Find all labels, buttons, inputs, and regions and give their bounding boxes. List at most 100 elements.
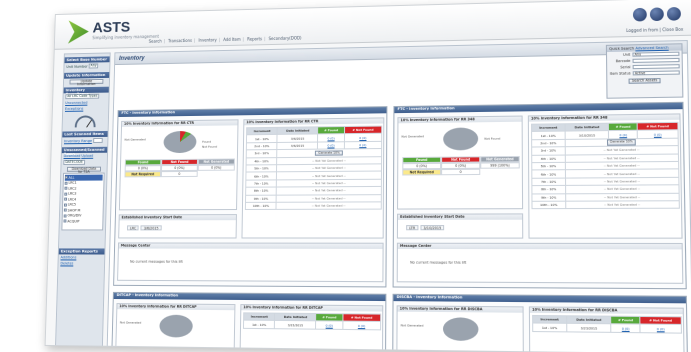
generate-10-percent-button[interactable]: Generate 10% bbox=[315, 150, 343, 156]
settings-globe-icon[interactable] bbox=[649, 7, 664, 22]
checkbox[interactable] bbox=[63, 203, 67, 207]
status-subpanel: 10% Inventory Information for RR 348 Inc… bbox=[527, 113, 683, 239]
unit-number-label: Unit Number bbox=[66, 64, 88, 69]
list-item[interactable]: ACQUIP bbox=[63, 218, 101, 224]
message-text: No current messages for this lift bbox=[130, 259, 183, 264]
main-content: Inventory Quick Search Advanced Search U… bbox=[106, 40, 691, 352]
status-subpanel: 10% Inventory Information for RR DITCAP … bbox=[239, 304, 384, 352]
pie-label-not-generated: Not Generated bbox=[400, 323, 424, 328]
counts-grid: Found Not Found Not Generated 0 (0%) 0 (… bbox=[124, 158, 235, 178]
message-center: Message Center No current messages for t… bbox=[117, 242, 384, 283]
checkbox[interactable] bbox=[64, 197, 68, 201]
barcode-input[interactable] bbox=[632, 57, 680, 64]
exceptions-row: Exceptions bbox=[63, 105, 108, 112]
established-label: LRC bbox=[126, 225, 140, 231]
message-text: No current messages for this lift bbox=[410, 260, 467, 265]
site-panel-ditcap: DITCAP - Inventory Information 10% Inven… bbox=[111, 291, 387, 352]
pie-label-not-generated: Not Generated bbox=[124, 137, 146, 142]
update-information-button[interactable]: Update Information bbox=[69, 78, 104, 86]
nav-search[interactable]: Search bbox=[149, 39, 162, 44]
pie-label-not-generated: Not Generated bbox=[119, 320, 142, 325]
increment-table: Increment Date Initiated # Found # Not F… bbox=[245, 126, 382, 211]
inventory-range-link[interactable]: Inventory Range bbox=[64, 139, 92, 143]
unconnected-link[interactable]: Unconnected bbox=[65, 101, 87, 105]
checkbox[interactable] bbox=[64, 186, 68, 190]
not-required-value: 0 bbox=[160, 170, 198, 178]
established-date: 3/6/2015 bbox=[140, 225, 162, 231]
not-found-link[interactable]: 0 (0) bbox=[640, 324, 682, 333]
not-required-value: 0 bbox=[441, 168, 481, 176]
established-start-row: LRC 3/6/2015 bbox=[126, 225, 162, 231]
checkbox[interactable] bbox=[63, 219, 67, 223]
site-panel-348: FTC - Inventory Information 10% Inventor… bbox=[392, 101, 687, 290]
exceptions-link[interactable]: Exceptions bbox=[65, 107, 83, 111]
quick-search-panel: Quick Search Advanced Search Unit Any Bar… bbox=[605, 43, 684, 99]
lrc-type-select[interactable]: All LRC Code Types bbox=[65, 93, 100, 100]
serial-input[interactable] bbox=[632, 63, 680, 70]
datecode-select[interactable]: DATECODE bbox=[63, 159, 85, 165]
established-label: LTR bbox=[406, 225, 419, 231]
download-data-button[interactable]: Download Data for TSA bbox=[66, 166, 102, 174]
pie-subpanel: 10% Inventory Information for RR DISCBA … bbox=[396, 305, 524, 352]
top-nav: Search | Transactions | Inventory | Add Ite… bbox=[148, 35, 302, 44]
sidebar: Select Base Number Unit Number Any Updat… bbox=[55, 52, 111, 348]
increment-table: Increment Date Initiated # Found # Not F… bbox=[531, 122, 680, 210]
pie-subpanel-title: 10% Inventory Information for RR 348 bbox=[398, 116, 522, 124]
pie-label-found: Found bbox=[202, 139, 212, 144]
inventory-pie-chart bbox=[442, 317, 479, 342]
nav-reports[interactable]: Reports bbox=[247, 36, 262, 41]
increment-table: Increment Date Initiated # Found # Not F… bbox=[532, 315, 682, 333]
checkbox[interactable] bbox=[64, 192, 68, 196]
inventory-pie-chart bbox=[443, 127, 479, 151]
empty-cell bbox=[198, 171, 235, 177]
unit-number-select[interactable]: Any bbox=[88, 63, 99, 69]
serial-label: Serial bbox=[620, 65, 631, 70]
found-link[interactable]: 0 (0) bbox=[611, 324, 641, 333]
checkbox[interactable] bbox=[63, 208, 67, 212]
checkbox[interactable] bbox=[64, 181, 68, 185]
item-status-select[interactable]: Active bbox=[632, 70, 680, 76]
established-start-title: Established Inventory Start Date bbox=[119, 215, 236, 221]
increment-table: Increment Date Initiated # Found # Not F… bbox=[243, 312, 381, 330]
site-panel-discba: DISCBA - Inventory Information 10% Inven… bbox=[392, 293, 688, 352]
established-date: 3/10/2015 bbox=[420, 225, 445, 231]
nav-add-item[interactable]: Add Item bbox=[223, 37, 241, 42]
found-link[interactable]: 0 (0) bbox=[315, 321, 343, 330]
gauge-icon bbox=[74, 115, 96, 128]
additions-link[interactable]: Additions bbox=[61, 255, 77, 259]
status-subpanel: 10% Inventory Information for RR DISCBA … bbox=[528, 306, 685, 352]
nav-inventory[interactable]: Inventory bbox=[198, 37, 216, 42]
panel-title: DISCBA - Inventory Information bbox=[393, 294, 686, 304]
asts-logo-icon bbox=[68, 20, 89, 44]
pie-subpanel: 10% Inventory Information for RR 348 Not… bbox=[397, 115, 524, 210]
status-subpanel: 10% Inventory Information for RR CTR Inc… bbox=[241, 117, 385, 239]
advanced-search-link[interactable]: Advanced Search bbox=[635, 46, 668, 51]
pie-subpanel: 10% Inventory Information for RR CTR Not… bbox=[118, 119, 239, 211]
barcode-label: Barcode bbox=[615, 58, 631, 64]
deletes-row: Deletes bbox=[58, 260, 104, 266]
message-center-title: Message Center bbox=[397, 243, 682, 250]
inventory-range-input[interactable] bbox=[92, 137, 103, 143]
upload-link[interactable]: Upload bbox=[81, 154, 93, 158]
site-panel-ctr: FTC - Inventory Information 10% Inventor… bbox=[113, 106, 388, 288]
checkbox[interactable] bbox=[64, 176, 68, 180]
user-links[interactable]: Logged in from | Close Box bbox=[626, 27, 683, 33]
download-link[interactable]: Download bbox=[64, 154, 81, 158]
established-start-subpanel: Established Inventory Start Date LRC 3/6… bbox=[118, 214, 237, 239]
nav-transactions[interactable]: Transactions bbox=[168, 38, 192, 43]
table-row: 10th - 10% -- Not Yet Generated -- bbox=[245, 201, 382, 210]
app-window: ASTS Simplifying inventory management Se… bbox=[44, 0, 691, 352]
not-required-label: Not Required bbox=[402, 169, 442, 176]
search-assets-button[interactable]: Search Assets bbox=[628, 78, 661, 84]
checkbox[interactable] bbox=[63, 214, 67, 218]
generate-10-percent-button[interactable]: Generate 10% bbox=[606, 139, 637, 146]
lrc-list: ALL LRC1 LRC2 LRC3 LRC4 LRC5 SHOP M ORG/… bbox=[61, 172, 105, 231]
unit-select[interactable]: Any bbox=[632, 51, 680, 57]
deletes-link[interactable]: Deletes bbox=[60, 261, 73, 265]
not-required-label: Not Required bbox=[124, 171, 162, 178]
logout-globe-icon[interactable] bbox=[666, 6, 681, 21]
not-found-link[interactable]: 0 (0) bbox=[342, 321, 381, 330]
nav-secondary[interactable]: Secondary(DOD) bbox=[269, 35, 302, 41]
help-globe-icon[interactable] bbox=[632, 7, 647, 22]
message-center: Message Center No current messages for t… bbox=[396, 242, 684, 284]
